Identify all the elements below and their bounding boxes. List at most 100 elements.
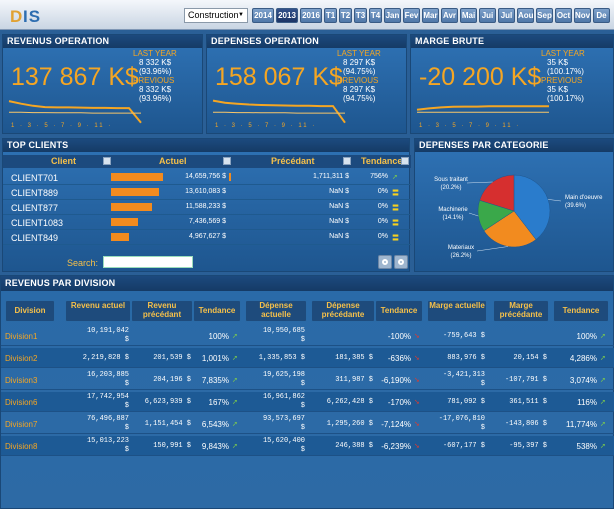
circle-icon — [398, 259, 404, 265]
division-row[interactable]: Division7 76,496,887 $1,151,454 $6,543% ➚ 93… — [1, 414, 614, 434]
client-precedant: NaN $ — [329, 203, 349, 210]
month-button-de[interactable]: De — [593, 8, 610, 23]
month-button-aou[interactable]: Aou — [517, 8, 534, 23]
month-button-nov[interactable]: Nov — [574, 8, 591, 23]
month-button-mar[interactable]: Mar — [422, 8, 439, 23]
client-row[interactable]: CLIENT701 14,659,756 $ 1,711,311 $ 756% ➚ — [3, 170, 411, 185]
col-division[interactable]: Division — [5, 300, 55, 322]
division-row[interactable]: Division2 2,219,828 $201,539 $1,001% ➚ 1,33… — [1, 348, 614, 368]
month-button-mai[interactable]: Mai — [460, 8, 477, 23]
cell-name: Division2 — [5, 354, 38, 363]
division-row[interactable]: Division1 10,191,042 $100% ➚ 10,950,685 $ -100… — [1, 326, 614, 346]
col-marge-actuelle[interactable]: Marge actuelle — [427, 300, 487, 322]
trend-up-icon: ➚ — [232, 377, 238, 384]
col-precedant[interactable]: Précédant — [271, 156, 315, 166]
kpi-axis-labels: 1 · 3 · 5 · 7 · 9 · 11 · — [215, 123, 317, 129]
month-button-sep[interactable]: Sep — [536, 8, 553, 23]
search-input[interactable] — [103, 256, 193, 268]
col-tendance[interactable]: Tendance — [553, 300, 609, 322]
search-label: Search: — [67, 258, 99, 268]
division-row[interactable]: Division6 17,742,954 $6,623,939 $167% ➚ 16,9… — [1, 392, 614, 412]
year-button-2016[interactable]: 2016 — [300, 8, 322, 23]
trend-up-icon: ➚ — [600, 333, 606, 340]
pie-label: Machinerie — [438, 207, 468, 213]
sparkline-series — [8, 100, 142, 124]
client-row[interactable]: CLIENT877 11,588,233 $ NaN $ 0% 〓 — [3, 200, 411, 215]
month-button-avr[interactable]: Avr — [441, 8, 458, 23]
trend-up-icon: ➚ — [392, 174, 398, 181]
cell-t3: 4,286% — [569, 354, 597, 363]
kpi-sparkline — [212, 99, 346, 124]
col-tendance[interactable]: Tendance — [375, 300, 423, 322]
cell-value: 10,950,685 — [262, 327, 305, 335]
pie-pct-label: (14.1%) — [442, 215, 463, 221]
cell-value: 16,961,862 — [262, 393, 305, 401]
kpi-value: 158 067 K$ — [215, 63, 343, 91]
quarter-button-t1[interactable]: T1 — [324, 8, 337, 23]
sort-icon[interactable] — [401, 157, 409, 165]
col-revenu-actuel[interactable]: Revenu actuel — [65, 300, 131, 322]
client-revenue-bar — [111, 203, 153, 211]
cell-mar-a: 781,092 $ — [447, 398, 485, 406]
pie-pct-label: (20.2%) — [440, 185, 461, 191]
month-button-jui[interactable]: Jui — [479, 8, 496, 23]
cell-value: 17,742,954 — [86, 393, 129, 401]
month-button-fev[interactable]: Fev — [403, 8, 420, 23]
year-button-2014[interactable]: 2014 — [252, 8, 274, 23]
year-button-2013[interactable]: 2013 — [276, 8, 298, 23]
cell-value: -17,076,810 — [438, 415, 485, 423]
client-row[interactable]: CLIENT889 13,610,083 $ NaN $ 0% 〓 — [3, 185, 411, 200]
sort-icon[interactable] — [343, 157, 351, 165]
col-client[interactable]: Client — [51, 156, 76, 166]
cell-dep-p: 181,385 $ — [335, 354, 373, 362]
quarter-button-t2[interactable]: T2 — [339, 8, 352, 23]
col-marge-precedante[interactable]: Marge précédante — [493, 300, 549, 322]
col-depense-precedante[interactable]: Dépense précédante — [311, 300, 375, 322]
client-precedant: 1,711,311 $ — [313, 173, 349, 180]
trend-up-icon: ➚ — [600, 377, 606, 384]
month-button-jan[interactable]: Jan — [384, 8, 401, 23]
cell-mar-p: -143,806 $ — [504, 420, 547, 428]
prev-page-button[interactable] — [378, 255, 392, 269]
kpi-title: DEPENSES OPERATION — [207, 35, 406, 48]
pie-leader-line — [466, 181, 493, 184]
last-year-value: 35 K$ — [547, 58, 568, 67]
cell-rev-a: 2,219,828 $ — [82, 354, 129, 362]
col-revenu-precedant[interactable]: Revenu précédant — [131, 300, 193, 322]
cell-rev-a: 16,203,885 $ — [65, 371, 129, 389]
col-tendance[interactable]: Tendance — [361, 156, 402, 166]
col-depense-actuelle[interactable]: Dépense actuelle — [245, 300, 307, 322]
kpi-sparkline — [8, 100, 142, 124]
quarter-button-t4[interactable]: T4 — [369, 8, 382, 23]
cell-rev-p: 150,991 $ — [153, 442, 191, 450]
pie-pct-label: (39.6%) — [565, 203, 586, 209]
client-precedant: NaN $ — [329, 218, 349, 225]
last-year-label: LAST YEAR — [337, 49, 381, 58]
sector-select[interactable]: Construction ▼ — [184, 8, 248, 23]
cell-t2: -170% — [387, 398, 411, 407]
client-row[interactable]: CLIENT849 4,967,627 $ NaN $ 0% 〓 — [3, 230, 411, 245]
col-tendance[interactable]: Tendance — [193, 300, 241, 322]
depenses-categorie-title: DEPENSES PAR CATEGORIE — [415, 139, 613, 152]
next-page-button[interactable] — [394, 255, 408, 269]
last-year-value: 8 332 K$ — [139, 58, 172, 67]
client-revenue-bar — [111, 173, 163, 181]
sort-icon[interactable] — [223, 157, 231, 165]
col-actuel[interactable]: Actuel — [159, 156, 187, 166]
month-button-jul[interactable]: Jul — [498, 8, 515, 23]
last-year-label: LAST YEAR — [133, 49, 177, 58]
trend-up-icon: ➚ — [232, 333, 238, 340]
quarter-button-t3[interactable]: T3 — [354, 8, 367, 23]
cell-value: 93,573,697 — [262, 415, 305, 423]
cell-currency: $ — [124, 424, 129, 432]
client-actuel: 7,436,569 $ — [189, 218, 226, 225]
cell-currency: $ — [300, 424, 305, 432]
sparkline-series — [212, 99, 346, 124]
sort-icon[interactable] — [103, 157, 111, 165]
cell-value: 15,013,223 — [86, 437, 129, 445]
division-row[interactable]: Division3 16,203,885 $204,196 $7,835% ➚ 19,6… — [1, 370, 614, 390]
trend-down-icon: ➘ — [414, 333, 420, 340]
division-row[interactable]: Division8 15,013,223 $150,991 $9,843% ➚ 15,6… — [1, 436, 614, 456]
client-row[interactable]: CLIENT1083 7,436,569 $ NaN $ 0% 〓 — [3, 215, 411, 230]
month-button-oct[interactable]: Oct — [555, 8, 572, 23]
